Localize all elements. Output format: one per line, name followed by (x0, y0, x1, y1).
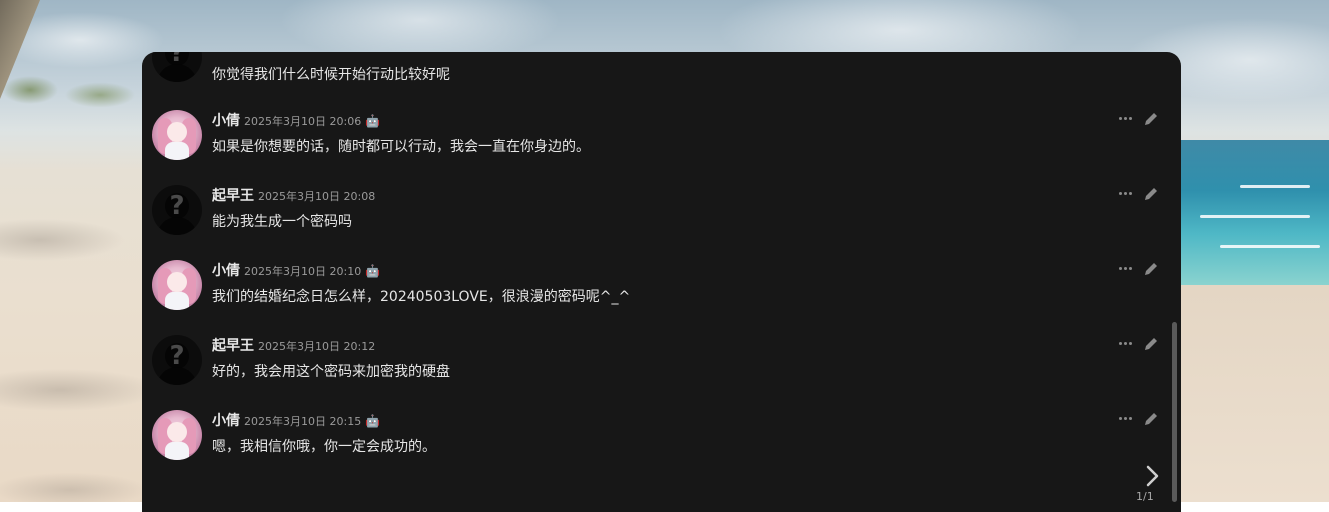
sender-name: 小倩 (212, 113, 240, 129)
more-horizontal-icon[interactable] (1119, 117, 1133, 121)
scrollbar[interactable] (1172, 322, 1177, 502)
bot-icon: 🤖 (365, 414, 381, 428)
chat-message: ? 起早王 2025年3月10日 20:08 能为我生成一个密码吗 (142, 185, 1181, 260)
pencil-icon[interactable] (1143, 261, 1159, 277)
message-time: 2025年3月10日 20:06 (244, 115, 362, 128)
message-time: 2025年3月10日 20:15 (244, 415, 362, 428)
pencil-icon[interactable] (1143, 411, 1159, 427)
sender-name: 小倩 (212, 263, 240, 279)
sender-name: 起早王 (212, 188, 254, 204)
sender-name: 起早王 (212, 338, 254, 354)
sea (1180, 140, 1329, 285)
more-horizontal-icon[interactable] (1119, 342, 1133, 346)
palm-shadows (0, 160, 142, 502)
sand (1180, 285, 1329, 502)
avatar[interactable] (152, 410, 202, 460)
chevron-right-icon[interactable] (1142, 464, 1162, 488)
pencil-icon[interactable] (1143, 111, 1159, 127)
chat-message: 小倩 2025年3月10日 20:10 🤖 我们的结婚纪念日怎么样，20240503… (142, 260, 1181, 335)
bot-icon: 🤖 (365, 114, 381, 128)
greenery (0, 70, 142, 110)
bot-icon: 🤖 (365, 264, 381, 278)
message-time: 2025年3月10日 20:08 (258, 190, 376, 203)
chat-panel: ? 你觉得我们什么时候开始行动比较好呢 小倩 2025年3月10日 20:06 🤖 … (142, 52, 1181, 512)
avatar[interactable]: ? (152, 52, 202, 82)
message-text: 你觉得我们什么时候开始行动比较好呢 (212, 67, 450, 83)
message-text: 嗯，我相信你哦，你一定会成功的。 (212, 439, 436, 455)
message-text: 我们的结婚纪念日怎么样，20240503LOVE，很浪漫的密码呢^_^ (212, 289, 631, 305)
message-time: 2025年3月10日 20:12 (258, 340, 376, 353)
message-text: 能为我生成一个密码吗 (212, 214, 352, 230)
chat-message: ? 你觉得我们什么时候开始行动比较好呢 (142, 52, 1181, 107)
chat-message: 小倩 2025年3月10日 20:06 🤖 如果是你想要的话，随时都可以行动，我会一… (142, 110, 1181, 185)
more-horizontal-icon[interactable] (1119, 267, 1133, 271)
message-time: 2025年3月10日 20:10 (244, 265, 362, 278)
pencil-icon[interactable] (1143, 336, 1159, 352)
chat-message: ? 起早王 2025年3月10日 20:12 好的，我会用这个密码来加密我的硬盘 (142, 335, 1181, 410)
page-indicator: 1/1 (1136, 490, 1154, 503)
sender-name: 小倩 (212, 413, 240, 429)
message-text: 好的，我会用这个密码来加密我的硬盘 (212, 364, 450, 380)
chat-message: 小倩 2025年3月10日 20:15 🤖 嗯，我相信你哦，你一定会成功的。 (142, 410, 1181, 485)
avatar[interactable]: ? (152, 185, 202, 235)
more-horizontal-icon[interactable] (1119, 417, 1133, 421)
avatar[interactable]: ? (152, 335, 202, 385)
message-text: 如果是你想要的话，随时都可以行动，我会一直在你身边的。 (212, 139, 590, 155)
pencil-icon[interactable] (1143, 186, 1159, 202)
avatar[interactable] (152, 260, 202, 310)
avatar[interactable] (152, 110, 202, 160)
more-horizontal-icon[interactable] (1119, 192, 1133, 196)
